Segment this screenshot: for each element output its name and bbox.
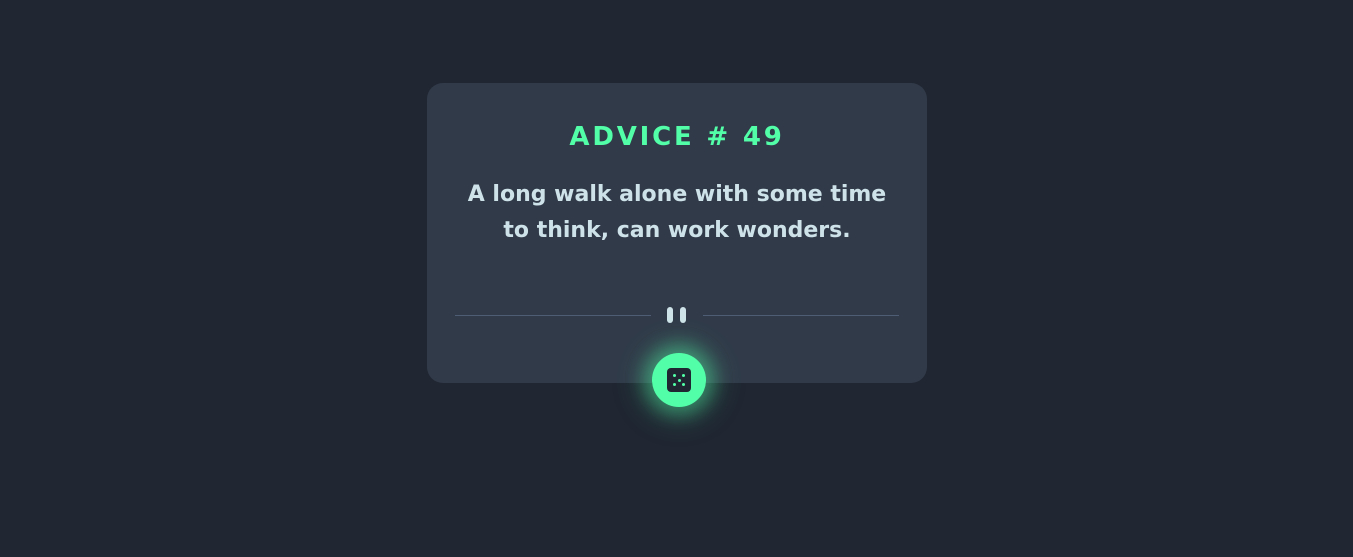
divider-line-left bbox=[455, 315, 651, 316]
dice-pip-bottom-right bbox=[682, 383, 685, 386]
dice-pip-top-left bbox=[673, 374, 676, 377]
pause-icon-bar-left bbox=[667, 307, 673, 323]
page: ADVICE # 49 A long walk alone with some … bbox=[0, 0, 1353, 557]
divider-line-right bbox=[703, 315, 899, 316]
advice-id-heading: ADVICE # 49 bbox=[569, 122, 785, 153]
advice-quote: A long walk alone with some time to thin… bbox=[467, 182, 887, 243]
pause-icon-bar-right bbox=[680, 307, 686, 323]
dice-icon bbox=[667, 368, 691, 392]
new-advice-button[interactable] bbox=[652, 353, 706, 407]
dice-pip-top-right bbox=[682, 374, 685, 377]
dice-pip-center bbox=[677, 378, 681, 382]
pause-icon bbox=[666, 306, 688, 324]
pattern-divider bbox=[455, 306, 899, 324]
advice-card: ADVICE # 49 A long walk alone with some … bbox=[427, 83, 927, 383]
dice-pip-bottom-left bbox=[673, 383, 676, 386]
